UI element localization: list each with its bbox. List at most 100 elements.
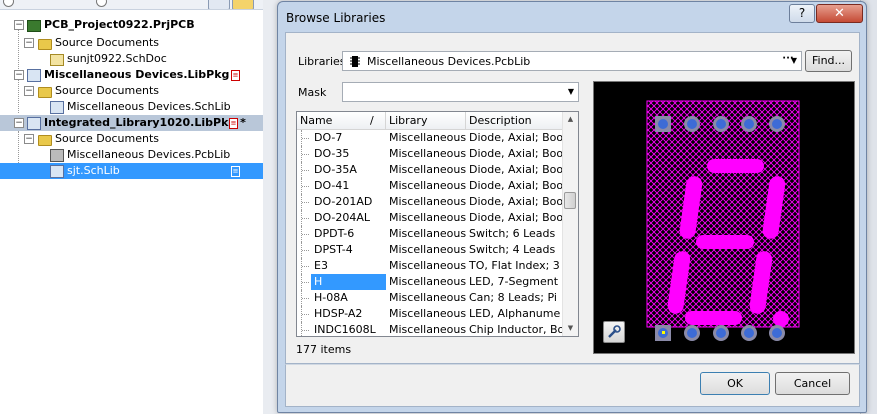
folder-icon [38, 39, 52, 50]
cell-library: Miscellaneous D [389, 243, 466, 256]
find-button[interactable]: Find... [805, 50, 852, 72]
chip-icon [350, 56, 360, 67]
folder-icon [38, 135, 52, 146]
footprint-preview [593, 81, 855, 354]
tree-item-label: Source Documents [55, 132, 159, 145]
help-button[interactable]: ? [789, 4, 815, 23]
pcb-library-icon [50, 149, 64, 162]
item-count: 177 items [296, 343, 352, 356]
tree-item-project[interactable]: − PCB_Project0922.PrjPCB [0, 17, 263, 33]
tree-item-pcblib[interactable]: Miscellaneous Devices.PcbLib [0, 147, 263, 163]
dialog-title: Browse Libraries [286, 11, 386, 25]
list-row[interactable]: HDSP-A2 Miscellaneous DLED, Alphanume [297, 306, 565, 322]
list-row[interactable]: HMiscellaneous DLED, 7-Segment [297, 274, 565, 290]
cell-library: Miscellaneous D [389, 163, 466, 176]
list-row[interactable]: DPDT-6 Miscellaneous DSwitch; 6 Leads [297, 226, 565, 242]
tree-item-libpkg[interactable]: − Miscellaneous Devices.LibPkg * ≡ [0, 67, 263, 83]
library-package-icon [27, 117, 41, 130]
list-row[interactable]: E3 Miscellaneous DTO, Flat Index; 3 [297, 258, 565, 274]
collapse-icon[interactable]: − [24, 86, 34, 96]
cell-name: DO-41 [314, 179, 350, 192]
browse-libraries-dialog: Browse Libraries ? ✕ Libraries Miscellan… [277, 1, 867, 413]
cell-description: Diode, Axial; Boo [469, 163, 564, 176]
cell-name: DO-201AD [314, 195, 373, 208]
preview-3d-toggle[interactable] [603, 321, 625, 343]
cell-name: DO-35A [314, 163, 357, 176]
collapse-icon[interactable]: − [24, 38, 34, 48]
cancel-button[interactable]: Cancel [775, 372, 850, 395]
list-header: Name / Library Description [297, 112, 565, 130]
tree-item-label: sunjt0922.SchDoc [67, 52, 167, 65]
structure-editor-radio[interactable] [96, 0, 107, 7]
close-button[interactable]: ✕ [816, 4, 863, 23]
footprint-list[interactable]: Name / Library Description DO-7 Miscellan… [296, 111, 579, 337]
list-row[interactable]: DO-35A Miscellaneous DDiode, Axial; Boo [297, 162, 565, 178]
origin-marker [662, 331, 665, 334]
list-row[interactable]: DPST-4 Miscellaneous DSwitch; 4 Leads [297, 242, 565, 258]
library-package-icon [27, 69, 41, 82]
scroll-down-icon[interactable]: ▼ [563, 321, 578, 336]
list-row[interactable]: DO-35 Miscellaneous DDiode, Axial; Boo [297, 146, 565, 162]
cell-name: H [311, 274, 386, 290]
cell-description: Diode, Axial; Boo [469, 211, 564, 224]
tree-item-label: Miscellaneous Devices.PcbLib [67, 148, 231, 161]
panel-tool-button[interactable] [208, 0, 230, 9]
cell-library: Miscellaneous D [389, 227, 466, 240]
libraries-label: Libraries [298, 55, 346, 68]
column-header-description[interactable]: Description [466, 112, 565, 129]
tree-item-source-folder[interactable]: − Source Documents [0, 83, 263, 99]
tree-item-schdoc[interactable]: sunjt0922.SchDoc [0, 51, 263, 67]
cell-library: Miscellaneous D [389, 211, 466, 224]
dialog-titlebar[interactable]: Browse Libraries ? ✕ [278, 2, 866, 32]
collapse-icon[interactable]: − [14, 20, 24, 30]
collapse-icon[interactable]: − [24, 134, 34, 144]
tree-item-integrated-libpkg[interactable]: − Integrated_Library1020.LibPkg * ≡ [0, 115, 263, 131]
tree-item-source-folder[interactable]: − Source Documents [0, 131, 263, 147]
cell-description: LED, 7-Segment [469, 275, 559, 288]
cell-description: Diode, Axial; Boo [469, 179, 564, 192]
tree-item-source-folder[interactable]: − Source Documents [0, 35, 263, 51]
panel-folder-button[interactable] [232, 0, 254, 9]
column-header-label: Name [300, 114, 333, 127]
cell-description: TO, Flat Index; 3 [469, 259, 560, 272]
scrollbar-thumb[interactable] [564, 192, 576, 209]
panel-mode-strip [0, 0, 263, 10]
schematic-library-icon [50, 165, 64, 178]
tree-item-label: Miscellaneous Devices.SchLib [67, 100, 231, 113]
document-icon: ≡ [231, 166, 240, 177]
cell-name: E3 [314, 259, 328, 272]
wrench-icon [608, 325, 621, 338]
scroll-up-icon[interactable]: ▲ [563, 112, 578, 127]
mask-input[interactable]: ▼ [342, 82, 579, 102]
tree-item-schlib[interactable]: Miscellaneous Devices.SchLib [0, 99, 263, 115]
tree-item-label: PCB_Project0922.PrjPCB [44, 18, 195, 31]
collapse-icon[interactable]: − [14, 118, 24, 128]
column-header-name[interactable]: Name / [297, 112, 386, 129]
collapse-icon[interactable]: − [14, 70, 24, 80]
cell-library: Miscellaneous D [389, 323, 466, 336]
list-row[interactable]: DO-201AD Miscellaneous DDiode, Axial; Boo [297, 194, 565, 210]
libraries-select[interactable]: Miscellaneous Devices.PcbLib ▼ [342, 51, 802, 71]
list-row[interactable]: DO-204AL Miscellaneous DDiode, Axial; Boo [297, 210, 565, 226]
library-options-button[interactable]: ··· [779, 53, 797, 69]
list-scrollbar[interactable]: ▲ ▼ [562, 112, 578, 336]
cell-library: Miscellaneous D [389, 195, 466, 208]
footprint-graphic [594, 82, 854, 353]
ok-button[interactable]: OK [700, 372, 770, 395]
tree-item-label: Source Documents [55, 84, 159, 97]
modified-doc-icon: ≡ [229, 118, 238, 129]
column-header-library[interactable]: Library [386, 112, 466, 129]
list-row[interactable]: H-08A Miscellaneous DCan; 8 Leads; Pi [297, 290, 565, 306]
file-view-radio[interactable] [3, 0, 14, 7]
cell-library: Miscellaneous D [389, 147, 466, 160]
list-row[interactable]: INDC1608L Miscellaneous DChip Inductor, B… [297, 322, 565, 336]
cell-library: Miscellaneous D [389, 307, 466, 320]
cell-description: Diode, Axial; Boo [469, 147, 564, 160]
mask-label: Mask [298, 86, 327, 99]
cell-name: DO-35 [314, 147, 350, 160]
sort-indicator-icon: / [370, 114, 374, 127]
cell-library: Miscellaneous D [389, 259, 466, 272]
tree-item-sjt-schlib[interactable]: sjt.SchLib ≡ [0, 163, 263, 179]
list-row[interactable]: DO-7 Miscellaneous DDiode, Axial; Boo [297, 130, 565, 146]
list-row[interactable]: DO-41 Miscellaneous DDiode, Axial; Boo [297, 178, 565, 194]
